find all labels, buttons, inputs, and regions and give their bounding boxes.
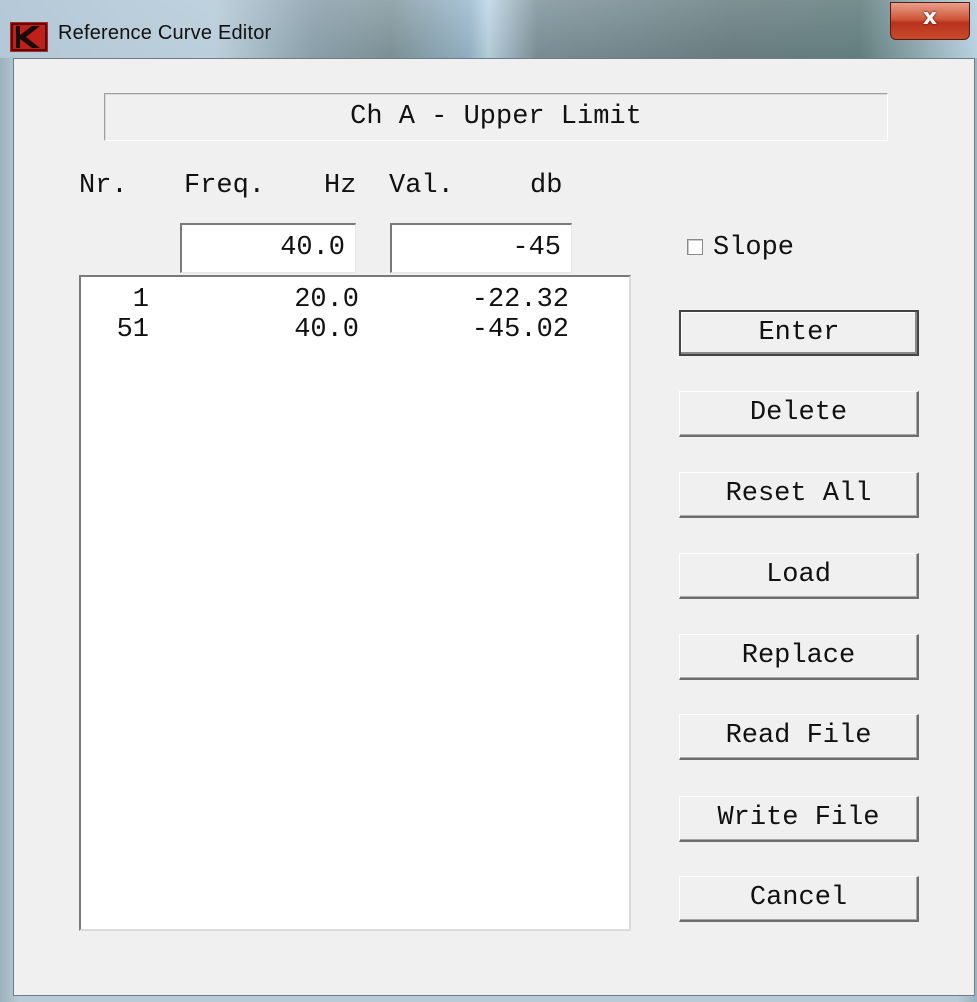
replace-button[interactable]: Replace xyxy=(679,634,919,680)
val-unit-label: db xyxy=(530,171,563,201)
freq-unit-label: Hz xyxy=(324,171,357,201)
row-val: -22.32 xyxy=(471,285,569,315)
cancel-button[interactable]: Cancel xyxy=(679,876,919,922)
reset-all-button[interactable]: Reset All xyxy=(679,472,919,518)
app-logo-icon xyxy=(10,22,48,52)
slope-checkbox-box[interactable] xyxy=(687,239,703,255)
row-nr: 51 xyxy=(116,315,149,345)
row-val: -45.02 xyxy=(471,315,569,345)
row-freq: 40.0 xyxy=(294,315,359,345)
close-button[interactable]: x xyxy=(890,2,970,40)
slope-label: Slope xyxy=(713,233,795,263)
freq-column-label: Freq. xyxy=(184,171,266,201)
val-input[interactable]: -45 xyxy=(390,223,572,273)
read-file-button[interactable]: Read File xyxy=(679,714,919,760)
title-bar[interactable]: Reference Curve Editor x xyxy=(0,0,977,58)
close-icon: x xyxy=(922,5,938,30)
list-item[interactable]: 1 20.0 -22.32 xyxy=(81,285,629,315)
freq-input[interactable]: 40.0 xyxy=(180,223,356,273)
window-title: Reference Curve Editor xyxy=(58,22,272,44)
dialog-client-area: Ch A - Upper Limit Nr. Freq. Hz Val. db … xyxy=(13,58,975,996)
row-freq: 20.0 xyxy=(294,285,359,315)
write-file-button[interactable]: Write File xyxy=(679,796,919,842)
row-nr: 1 xyxy=(132,285,149,315)
load-button[interactable]: Load xyxy=(679,553,919,599)
val-column-label: Val. xyxy=(389,171,454,201)
delete-button[interactable]: Delete xyxy=(679,391,919,437)
list-item[interactable]: 51 40.0 -45.02 xyxy=(81,315,629,345)
nr-column-label: Nr. xyxy=(79,171,128,201)
reference-points-list[interactable]: 1 20.0 -22.32 51 40.0 -45.02 xyxy=(79,275,631,931)
channel-title-box: Ch A - Upper Limit xyxy=(104,93,888,141)
enter-button[interactable]: Enter xyxy=(679,310,919,356)
